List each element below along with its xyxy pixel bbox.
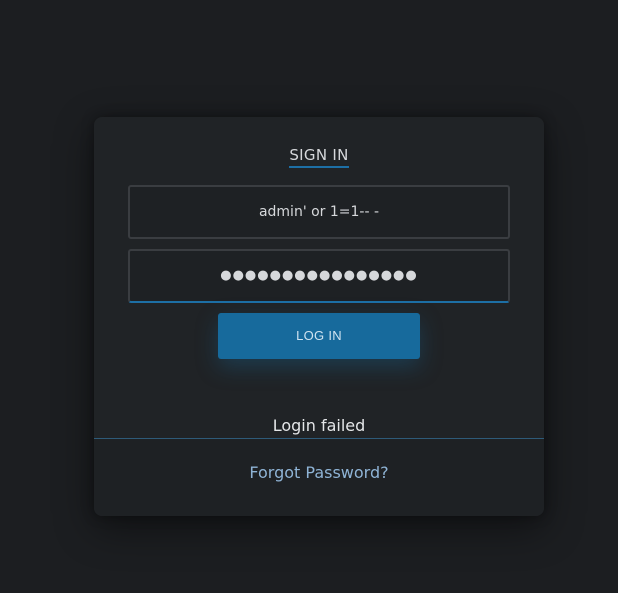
login-button[interactable]: LOG IN [218, 313, 420, 359]
sign-in-title: SIGN IN [94, 146, 544, 168]
sign-in-title-text: SIGN IN [289, 146, 349, 168]
login-status-message: Login failed [272, 416, 366, 435]
forgot-password-link[interactable]: Forgot Password? [94, 463, 544, 482]
login-page: SIGN IN admin' or 1=1-- - ●●●●●●●●●●●●●●… [0, 0, 618, 593]
login-card: SIGN IN admin' or 1=1-- - ●●●●●●●●●●●●●●… [94, 117, 544, 516]
card-footer: Forgot Password? [94, 439, 544, 516]
username-field[interactable]: admin' or 1=1-- - [128, 185, 510, 239]
password-field[interactable]: ●●●●●●●●●●●●●●●● [128, 249, 510, 303]
